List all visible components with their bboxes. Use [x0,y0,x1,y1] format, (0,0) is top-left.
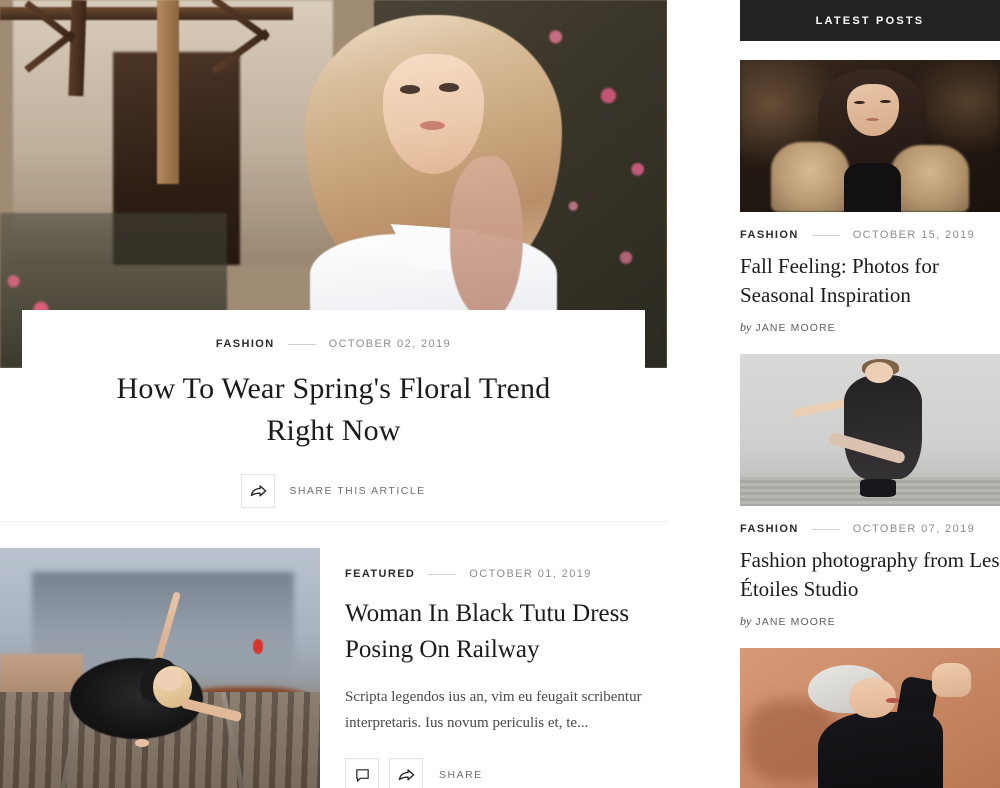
hero-category[interactable]: FASHION [216,338,275,350]
featured-category[interactable]: FEATURED [345,568,415,580]
hero-woman-eye-left [399,85,420,94]
thumb1-black-top [844,163,902,212]
sidebar-header-label: LATEST POSTS [815,14,925,27]
hero-beam-post-2 [156,0,180,184]
byline-prefix: by [740,614,752,628]
thumb3-lips [885,698,899,703]
meta-divider-dash [428,573,457,575]
section-divider [0,521,667,522]
thumb1-face [846,84,899,136]
featured-excerpt: Scripta legendos ius an, vim eu feugait … [345,689,642,731]
thumb1-fur-left [771,142,850,212]
share-arrow-icon [398,768,414,780]
featured-red-signal-light [252,639,264,654]
sidebar-post-2-date: OCTOBER 07, 2019 [852,523,976,535]
featured-article-image[interactable] [0,548,320,788]
hero-title[interactable]: How To Wear Spring's Floral Trend Right … [22,368,645,452]
share-arrow-icon [250,484,267,496]
sidebar-post-1-category[interactable]: FASHION [740,229,799,241]
hero-woman-eye-right [439,83,459,92]
thumb3-hand [932,663,972,697]
hero-share-row: SHARE THIS ARTICLE [22,474,645,508]
page-root: FASHION OCTOBER 02, 2019 How To Wear Spr… [0,0,1000,788]
sidebar-post-2-meta: FASHION OCTOBER 07, 2019 [740,523,1000,535]
sidebar-post-2-image[interactable] [740,354,1000,506]
hero-meta-row: FASHION OCTOBER 02, 2019 [22,338,645,350]
thumb2-lace-bodysuit [844,375,922,479]
sidebar-post-2: FASHION OCTOBER 07, 2019 Fashion photogr… [740,354,1000,629]
hero-date: OCTOBER 02, 2019 [328,338,452,350]
sidebar-post-1-meta: FASHION OCTOBER 15, 2019 [740,229,1000,241]
sidebar-post-3 [740,648,1000,788]
meta-divider-dash [811,528,840,530]
sidebar-post-2-title[interactable]: Fashion photography from Les Étoiles Stu… [740,546,1000,604]
thumb2-shoe [859,478,896,497]
sidebar-post-3-image[interactable] [740,648,1000,788]
sidebar-post-1-author[interactable]: JANE MOORE [755,322,835,334]
sidebar: LATEST POSTS FASHION OCTOBER 15, 2019 Fa… [740,0,1000,788]
sidebar-post-1-byline: by JANE MOORE [740,320,1000,335]
hero-share-button[interactable] [241,474,276,508]
thumb3-black-dress [818,711,943,788]
main-content-column: FASHION OCTOBER 02, 2019 How To Wear Spr… [0,0,667,788]
sidebar-post-2-byline: by JANE MOORE [740,614,1000,629]
comment-bubble-icon [355,768,369,782]
featured-article-body: FEATURED OCTOBER 01, 2019 Woman In Black… [345,568,645,788]
meta-divider-dash [811,234,840,236]
sidebar-post-2-category[interactable]: FASHION [740,523,799,535]
sidebar-post-1: FASHION OCTOBER 15, 2019 Fall Feeling: P… [740,60,1000,335]
hero-woman-hair-strand [450,156,524,319]
featured-date: OCTOBER 01, 2019 [469,568,592,580]
hero-share-label[interactable]: SHARE THIS ARTICLE [289,485,425,497]
byline-prefix: by [740,320,752,334]
thumb1-lips [866,117,880,122]
sidebar-header: LATEST POSTS [740,0,1000,41]
thumb2-head [864,361,894,383]
featured-meta-row: FEATURED OCTOBER 01, 2019 [345,568,645,580]
featured-ballerina-figure [70,591,249,766]
hero-article-card: FASHION OCTOBER 02, 2019 How To Wear Spr… [22,310,645,508]
featured-share-button[interactable] [389,758,423,788]
meta-divider-dash [287,343,316,345]
thumb1-fur-right [890,145,969,212]
featured-ballerina-hand [134,738,150,747]
sidebar-post-2-author[interactable]: JANE MOORE [755,616,835,628]
sidebar-post-1-title[interactable]: Fall Feeling: Photos for Seasonal Inspir… [740,252,1000,310]
featured-actions-row: SHARE [345,758,645,788]
sidebar-post-1-image[interactable] [740,60,1000,212]
featured-title[interactable]: Woman In Black Tutu Dress Posing On Rail… [345,596,645,668]
sidebar-post-1-date: OCTOBER 15, 2019 [852,229,976,241]
featured-article: FEATURED OCTOBER 01, 2019 Woman In Black… [0,548,667,788]
thumb1-eye-left [854,101,865,105]
hero-woman-lips [419,120,445,130]
featured-comment-button[interactable] [345,758,379,788]
featured-share-label[interactable]: SHARE [439,769,483,781]
